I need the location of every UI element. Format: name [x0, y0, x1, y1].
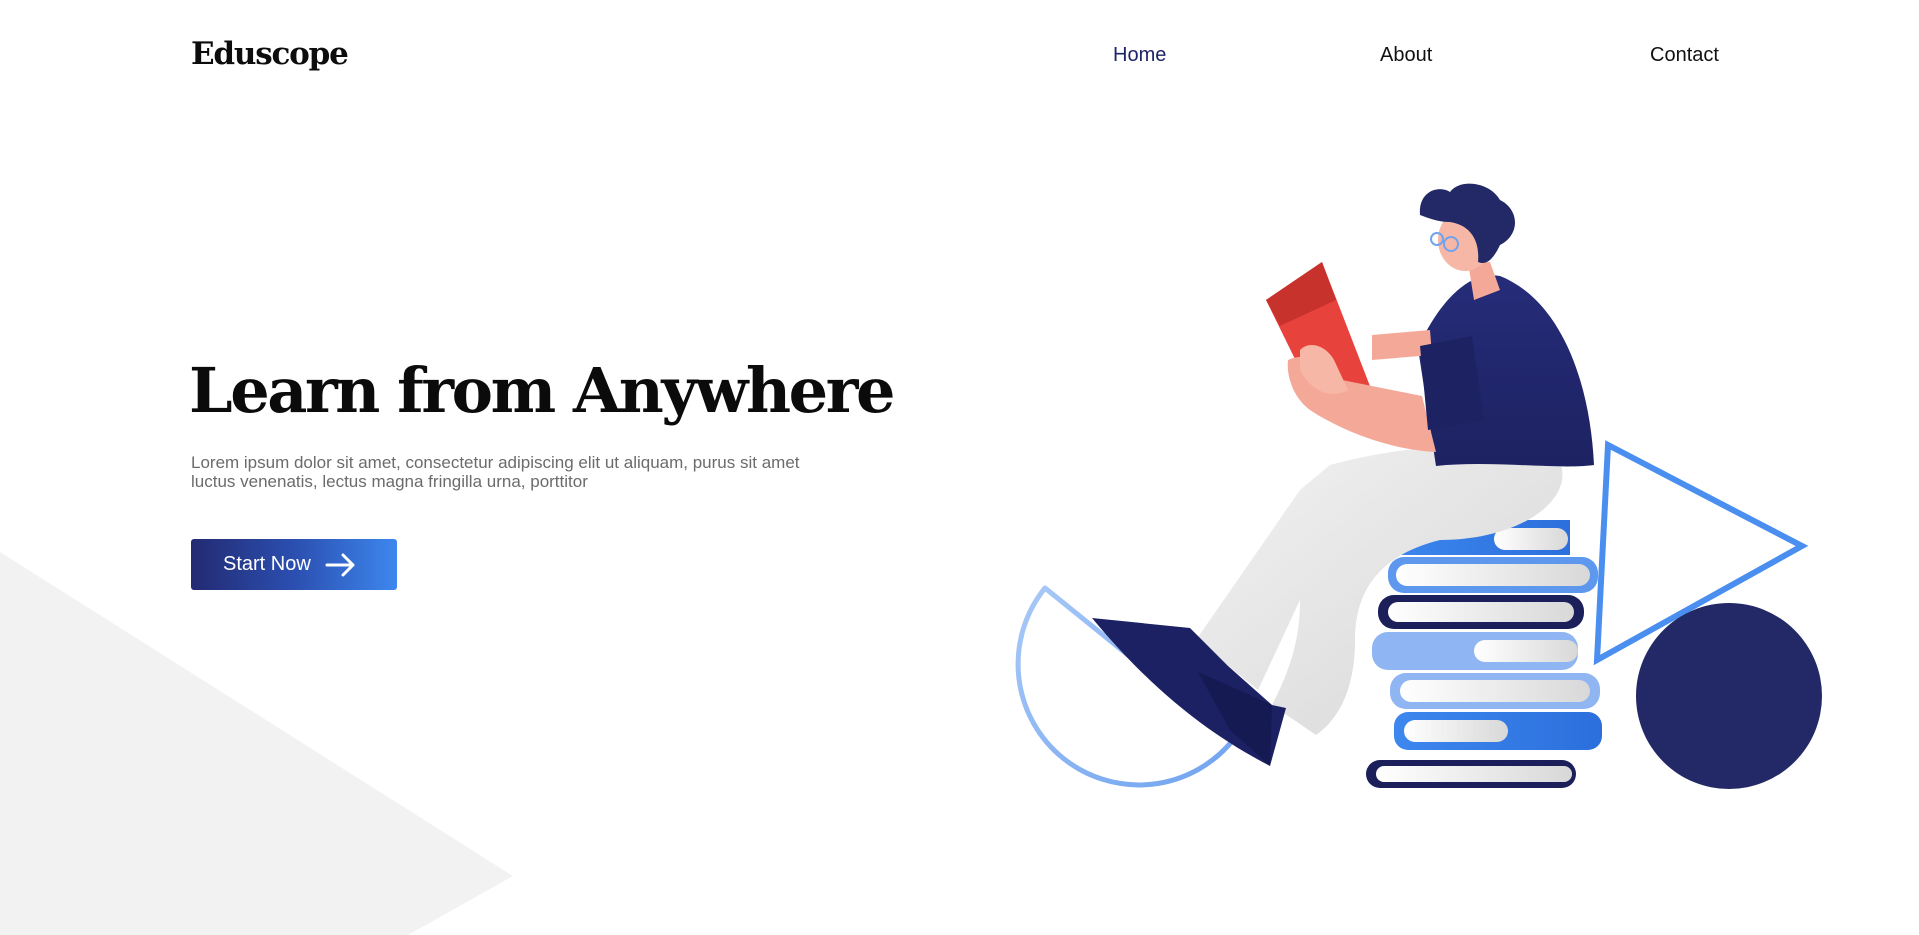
arrow-right-icon — [325, 553, 355, 576]
nav-link-contact[interactable]: Contact — [1650, 44, 1719, 67]
circle-icon — [1636, 603, 1822, 789]
nav-link-about[interactable]: About — [1380, 44, 1432, 67]
hero-title: Learn from Anywhere — [189, 354, 895, 427]
hero-illustration — [1015, 183, 1822, 789]
book-stack-icon — [1366, 520, 1602, 788]
brand-logo[interactable]: Eduscope — [191, 36, 349, 72]
hero-description: Lorem ipsum dolor sit amet, consectetur … — [191, 453, 800, 491]
start-now-button[interactable]: Start Now — [191, 539, 397, 590]
nav-link-home[interactable]: Home — [1113, 44, 1166, 67]
start-now-label: Start Now — [223, 553, 311, 575]
